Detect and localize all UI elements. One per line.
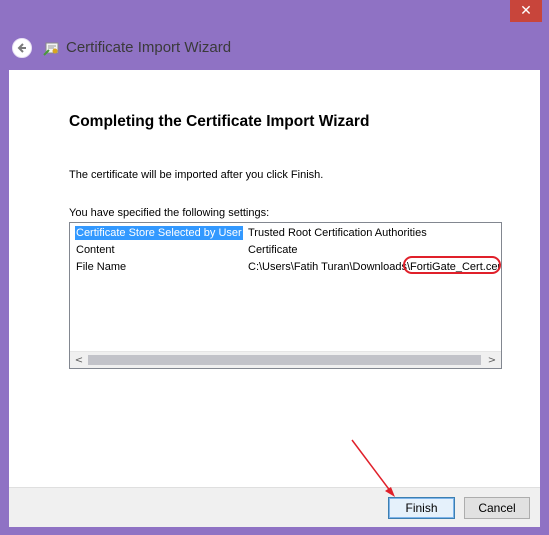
close-button[interactable]: ✕ — [510, 0, 542, 22]
file-path-prefix: C:\Users\Fatih Turan\Downloads\ — [248, 261, 411, 273]
finish-button[interactable]: Finish — [388, 497, 455, 519]
setting-name: File Name — [76, 261, 127, 273]
cancel-button[interactable]: Cancel — [464, 497, 530, 519]
scrollbar-thumb[interactable] — [88, 355, 481, 365]
settings-row[interactable]: Certificate Store Selected by User Trust… — [70, 225, 501, 241]
setting-name: Certificate Store Selected by User — [75, 226, 243, 240]
window-title: Certificate Import Wizard — [66, 39, 232, 56]
scroll-right-icon[interactable]: > — [484, 353, 500, 368]
back-arrow-icon — [17, 43, 26, 53]
wizard-window: ✕ Certificate Import Wizard Completing t… — [0, 0, 549, 535]
horizontal-scrollbar[interactable]: < > — [70, 351, 501, 368]
setting-name: Content — [76, 244, 115, 256]
settings-row[interactable]: File Name C:\Users\Fatih Turan\Downloads… — [70, 256, 501, 275]
page-heading: Completing the Certificate Import Wizard — [69, 113, 370, 130]
highlight-circle — [403, 256, 501, 274]
certificate-wizard-icon — [43, 42, 59, 56]
back-button[interactable] — [12, 38, 32, 58]
setting-value: Trusted Root Certification Authorities — [248, 227, 427, 239]
wizard-content: Completing the Certificate Import Wizard… — [9, 70, 540, 487]
settings-label: You have specified the following setting… — [69, 207, 270, 219]
description-text: The certificate will be imported after y… — [69, 169, 324, 181]
settings-list[interactable]: Certificate Store Selected by User Trust… — [69, 222, 502, 369]
wizard-footer: Finish Cancel — [9, 487, 540, 527]
scroll-left-icon[interactable]: < — [71, 353, 87, 368]
setting-value: Certificate — [248, 244, 298, 256]
